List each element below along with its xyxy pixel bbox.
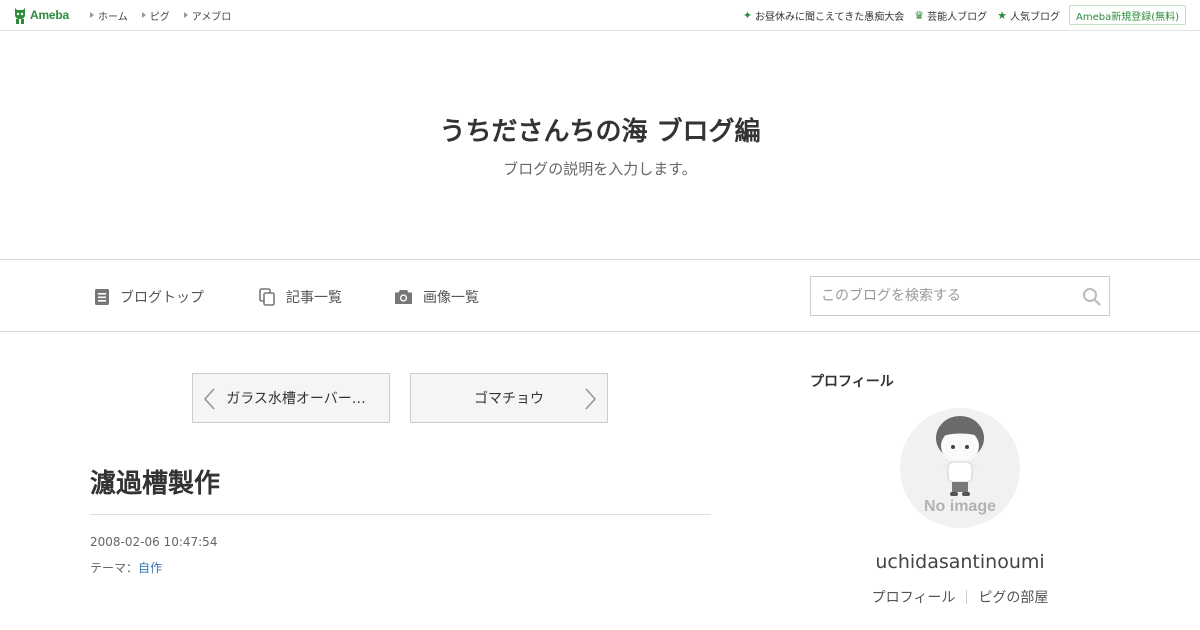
link-popular-blog-label: 人気ブログ: [1010, 11, 1060, 23]
global-nav-pigg[interactable]: ピグ: [141, 8, 170, 23]
entry-date: 2008-02-06 10:47:54: [90, 535, 218, 549]
signup-button[interactable]: Ameba新規登録(無料): [1068, 5, 1186, 25]
global-header: Ameba ホーム ピグ アメブロ ✦ お昼休みに聞こえてきた愚痴大会 ♛ 芸能…: [0, 0, 1200, 31]
global-nav-label: ホーム: [98, 11, 128, 23]
global-nav-label: アメブロ: [191, 11, 232, 23]
profile-heading: プロフィール: [810, 374, 894, 390]
blog-header: うちださんちの海 ブログ編 ブログの説明を入力します。: [0, 31, 1200, 259]
profile-link[interactable]: プロフィール: [861, 587, 967, 607]
copy-icon: [259, 288, 275, 306]
link-celebrity-blog-label: 芸能人ブログ: [927, 11, 988, 23]
nav-entry-list[interactable]: 記事一覧: [259, 287, 342, 307]
next-entry-button[interactable]: ゴマチョウ: [410, 373, 608, 423]
nav-image-list[interactable]: 画像一覧: [394, 287, 479, 307]
prev-entry-button[interactable]: ガラス水槽オーバー…: [192, 373, 390, 423]
nav-entry-list-label: 記事一覧: [286, 290, 342, 306]
profile-username[interactable]: uchidasantinoumi: [810, 551, 1110, 573]
ameba-logo[interactable]: Ameba: [13, 6, 69, 24]
triangle-icon: [183, 12, 188, 18]
triangle-icon: [141, 12, 146, 18]
nav-blog-top[interactable]: ブログトップ: [94, 287, 204, 307]
entry-theme: テーマ：自作: [90, 559, 162, 576]
entry-title[interactable]: 濾過槽製作: [90, 463, 220, 500]
nav-blog-top-label: ブログトップ: [120, 290, 204, 306]
chevron-left-icon: [203, 388, 215, 410]
global-nav-home[interactable]: ホーム: [90, 8, 128, 23]
blog-search: [810, 276, 1110, 316]
avatar[interactable]: No image: [900, 408, 1020, 528]
next-entry-title: ゴマチョウ: [474, 391, 544, 407]
link-celebrity-blog[interactable]: ♛ 芸能人ブログ: [914, 8, 987, 23]
entry-theme-link[interactable]: 自作: [138, 561, 162, 575]
link-topic-label: お昼休みに聞こえてきた愚痴大会: [755, 11, 905, 23]
global-right-links: ✦ お昼休みに聞こえてきた愚痴大会 ♛ 芸能人ブログ ★ 人気ブログ: [733, 0, 1060, 30]
prev-entry-title: ガラス水槽オーバー…: [226, 391, 366, 407]
document-icon: [95, 289, 109, 305]
global-nav-ameblo[interactable]: アメブロ: [183, 8, 232, 23]
search-input[interactable]: [811, 277, 1081, 315]
search-button[interactable]: [1082, 287, 1101, 310]
link-popular-blog[interactable]: ★ 人気ブログ: [997, 8, 1060, 23]
entry-theme-label: テーマ：: [90, 561, 139, 575]
logo-text: Ameba: [30, 8, 70, 22]
global-nav: ホーム ピグ アメブロ: [90, 0, 245, 30]
entry-divider: [90, 514, 711, 515]
blog-description: ブログの説明を入力します。: [503, 160, 697, 178]
camera-icon: [395, 290, 412, 304]
pigg-room-link[interactable]: ピグの部屋: [967, 587, 1059, 607]
blog-nav: ブログトップ 記事一覧 画像一覧: [0, 259, 1200, 332]
link-topic[interactable]: ✦ お昼休みに聞こえてきた愚痴大会: [743, 8, 904, 23]
global-nav-label: ピグ: [149, 11, 170, 23]
crown-icon: ♛: [914, 8, 925, 22]
star-icon: ★: [997, 8, 1007, 22]
blog-title[interactable]: うちださんちの海 ブログ編: [0, 111, 1200, 148]
sparkle-icon: ✦: [742, 8, 753, 22]
triangle-icon: [90, 12, 94, 18]
chevron-right-icon: [585, 388, 597, 410]
avatar-no-image-text: No image: [923, 498, 996, 515]
profile-links: プロフィール ピグの部屋: [810, 587, 1110, 607]
search-icon: [1083, 288, 1101, 306]
ameba-mascot-icon: [15, 8, 25, 24]
nav-image-list-label: 画像一覧: [423, 290, 479, 306]
